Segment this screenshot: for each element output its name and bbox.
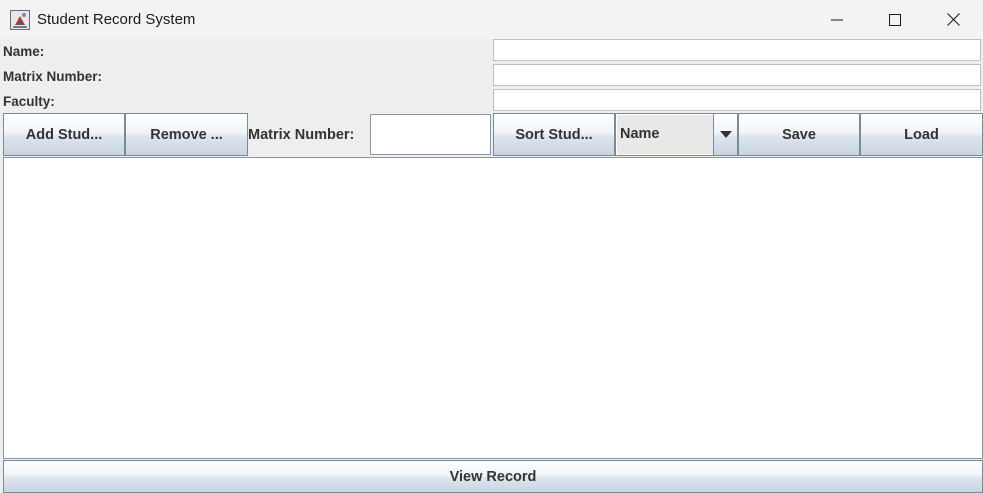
load-button[interactable]: Load — [860, 113, 983, 156]
minimize-button[interactable] — [814, 0, 860, 39]
faculty-label: Faculty: — [3, 94, 55, 109]
name-field[interactable] — [493, 39, 981, 61]
maximize-button[interactable] — [872, 0, 918, 39]
remove-matrix-number-field[interactable] — [370, 114, 491, 155]
save-button[interactable]: Save — [738, 113, 860, 156]
records-text-area[interactable] — [3, 157, 983, 459]
remove-student-button[interactable]: Remove ... — [125, 113, 248, 156]
faculty-field[interactable] — [493, 89, 981, 111]
matrix-number-label: Matrix Number: — [3, 69, 103, 84]
app-window: Student Record System Name: Matrix Numbe… — [0, 0, 983, 493]
remove-matrix-number-label: Matrix Number: — [248, 127, 355, 143]
close-icon — [946, 13, 960, 26]
view-record-button[interactable]: View Record — [3, 460, 983, 493]
name-label: Name: — [3, 44, 45, 59]
title-bar[interactable]: Student Record System — [0, 0, 983, 39]
sort-by-selected: Name — [617, 115, 713, 154]
close-button[interactable] — [930, 0, 976, 39]
matrix-number-field[interactable] — [493, 64, 981, 86]
dropdown-arrow-button[interactable] — [713, 114, 737, 155]
triangle-down-icon — [719, 131, 732, 138]
minimize-icon — [831, 19, 843, 20]
add-student-button[interactable]: Add Stud... — [3, 113, 125, 156]
maximize-icon — [889, 13, 901, 26]
sort-by-dropdown[interactable]: Name — [615, 113, 738, 156]
window-title: Student Record System — [37, 11, 196, 28]
java-cup-icon[interactable] — [10, 10, 30, 30]
sort-students-button[interactable]: Sort Stud... — [493, 113, 615, 156]
